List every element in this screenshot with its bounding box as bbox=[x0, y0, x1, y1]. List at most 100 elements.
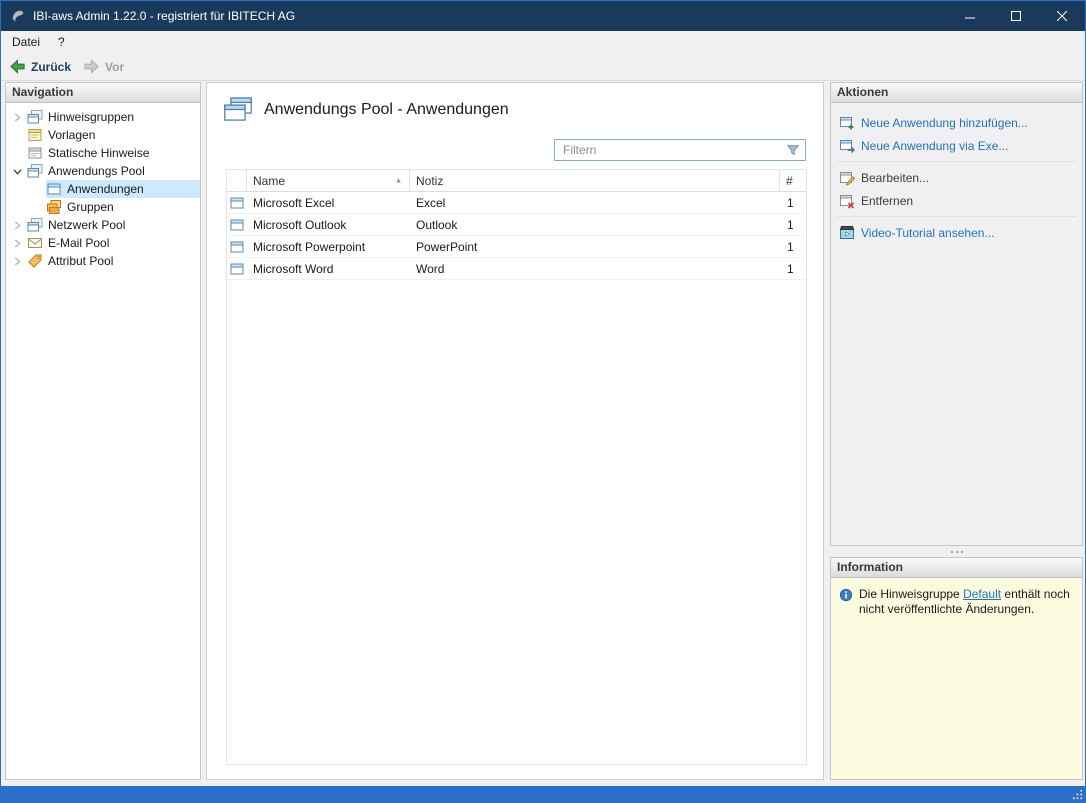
forward-button[interactable]: Vor bbox=[83, 58, 124, 75]
navigation-panel: Navigation Hinweisgruppen Vorlagen Stati… bbox=[5, 82, 201, 780]
chevron-right-icon[interactable] bbox=[13, 112, 27, 123]
navigation-tree: Hinweisgruppen Vorlagen Statische Hinwei… bbox=[6, 103, 200, 270]
cell-notiz: Excel bbox=[416, 195, 446, 210]
new-application-exe-icon bbox=[839, 138, 855, 154]
close-icon bbox=[1057, 11, 1067, 21]
back-label: Zurück bbox=[31, 59, 72, 74]
action-video-tutorial[interactable]: Video-Tutorial ansehen... bbox=[831, 221, 1082, 244]
information-text-before: Die Hinweisgruppe bbox=[859, 587, 964, 601]
filter-box bbox=[554, 139, 806, 161]
page-title: Anwendungs Pool - Anwendungen bbox=[264, 100, 509, 118]
maximize-button[interactable] bbox=[993, 1, 1039, 31]
minimize-icon bbox=[965, 17, 975, 19]
application-icon bbox=[229, 239, 245, 255]
menu-help[interactable]: ? bbox=[49, 31, 74, 53]
sidebar-item-label: Anwendungen bbox=[67, 182, 144, 196]
information-panel: Information Die Hinweisgruppe Default en… bbox=[830, 557, 1083, 780]
titlebar: IBI-aws Admin 1.22.0 - registriert für I… bbox=[1, 1, 1085, 31]
sidebar-item-label: Anwendungs Pool bbox=[48, 164, 145, 178]
chevron-right-icon[interactable] bbox=[13, 238, 27, 249]
chevron-down-icon[interactable] bbox=[13, 166, 27, 177]
email-pool-icon bbox=[27, 235, 43, 251]
minimize-button[interactable] bbox=[947, 1, 993, 31]
cell-count: 1 bbox=[787, 239, 794, 254]
splitter-dots bbox=[960, 550, 963, 553]
static-hints-icon bbox=[27, 145, 43, 161]
actions-panel: Aktionen Neue Anwendung hinzufügen... Ne… bbox=[830, 82, 1083, 546]
cell-notiz: PowerPoint bbox=[416, 239, 478, 254]
new-application-icon bbox=[839, 115, 855, 131]
window-title: IBI-aws Admin 1.22.0 - registriert für I… bbox=[33, 9, 296, 23]
action-edit[interactable]: Bearbeiten... bbox=[831, 166, 1082, 189]
filter-funnel-icon[interactable] bbox=[781, 143, 805, 157]
main-header: Anwendungs Pool - Anwendungen bbox=[223, 96, 509, 123]
sidebar-item-anwendungs-pool[interactable]: Anwendungs Pool bbox=[6, 162, 200, 180]
action-remove[interactable]: Entfernen bbox=[831, 189, 1082, 212]
filter-input[interactable] bbox=[555, 143, 781, 157]
column-header-count-label: # bbox=[786, 173, 793, 188]
application-icon bbox=[229, 261, 245, 277]
video-tutorial-icon bbox=[839, 225, 855, 241]
cell-count: 1 bbox=[787, 195, 794, 210]
sidebar-item-netzwerk-pool[interactable]: Netzwerk Pool bbox=[6, 216, 200, 234]
separator bbox=[837, 161, 1076, 162]
back-button[interactable]: Zurück bbox=[9, 58, 71, 75]
forward-arrow-icon bbox=[83, 58, 100, 75]
sidebar-item-anwendungen[interactable]: Anwendungen bbox=[46, 180, 200, 198]
table-row[interactable]: Microsoft Excel Excel 1 bbox=[227, 192, 806, 214]
default-link[interactable]: Default bbox=[963, 587, 1001, 601]
menu-datei[interactable]: Datei bbox=[3, 31, 49, 53]
cell-count: 1 bbox=[787, 217, 794, 232]
action-new-application[interactable]: Neue Anwendung hinzufügen... bbox=[831, 111, 1082, 134]
column-header-name[interactable]: Name ▲ bbox=[247, 170, 410, 191]
column-header-notiz-label: Notiz bbox=[416, 173, 444, 188]
main-panel: Anwendungs Pool - Anwendungen Name ▲ Not… bbox=[206, 82, 824, 780]
cell-name: Microsoft Excel bbox=[253, 195, 335, 210]
remove-icon bbox=[839, 193, 855, 209]
table-header-row: Name ▲ Notiz # bbox=[227, 170, 806, 192]
table-row[interactable]: Microsoft Word Word 1 bbox=[227, 258, 806, 280]
chevron-right-icon[interactable] bbox=[13, 220, 27, 231]
actions-header: Aktionen bbox=[831, 83, 1082, 103]
chevron-right-icon[interactable] bbox=[13, 256, 27, 267]
applications-icon bbox=[46, 181, 62, 197]
cell-name: Microsoft Word bbox=[253, 261, 334, 276]
sidebar-item-gruppen[interactable]: Gruppen bbox=[46, 198, 200, 216]
action-list: Neue Anwendung hinzufügen... Neue Anwend… bbox=[831, 103, 1082, 244]
cell-name: Microsoft Outlook bbox=[253, 217, 347, 232]
sidebar-item-vorlagen[interactable]: Vorlagen bbox=[6, 126, 200, 144]
splitter-dots bbox=[955, 550, 958, 553]
application-pool-icon bbox=[27, 163, 43, 179]
action-label: Video-Tutorial ansehen... bbox=[861, 225, 995, 240]
sidebar-item-email-pool[interactable]: E-Mail Pool bbox=[6, 234, 200, 252]
sidebar-item-attribut-pool[interactable]: Attribut Pool bbox=[6, 252, 200, 270]
splitter-handle[interactable] bbox=[830, 546, 1083, 557]
menubar: Datei ? bbox=[1, 31, 1085, 53]
application-icon bbox=[229, 195, 245, 211]
splitter-dots bbox=[950, 550, 953, 553]
applications-table: Name ▲ Notiz # Microsoft Excel Excel 1 M… bbox=[226, 169, 807, 765]
sidebar-item-statische-hinweise[interactable]: Statische Hinweise bbox=[6, 144, 200, 162]
column-header-count[interactable]: # bbox=[780, 170, 806, 191]
groups-icon bbox=[46, 199, 62, 215]
table-row[interactable]: Microsoft Powerpoint PowerPoint 1 bbox=[227, 236, 806, 258]
column-header-notiz[interactable]: Notiz bbox=[410, 170, 780, 191]
action-new-application-via-exe[interactable]: Neue Anwendung via Exe... bbox=[831, 134, 1082, 157]
navigation-header: Navigation bbox=[6, 83, 200, 103]
resize-grip[interactable] bbox=[1071, 788, 1084, 801]
action-label: Neue Anwendung via Exe... bbox=[861, 138, 1009, 153]
window-controls bbox=[947, 1, 1085, 31]
sidebar-item-hinweisgruppen[interactable]: Hinweisgruppen bbox=[6, 108, 200, 126]
attribute-pool-icon bbox=[27, 253, 43, 269]
table-row[interactable]: Microsoft Outlook Outlook 1 bbox=[227, 214, 806, 236]
separator bbox=[837, 216, 1076, 217]
edit-icon bbox=[839, 170, 855, 186]
sidebar-item-label: Vorlagen bbox=[48, 128, 96, 142]
hint-groups-icon bbox=[27, 109, 43, 125]
applications-header-icon bbox=[223, 96, 253, 123]
toolbar: Zurück Vor bbox=[1, 53, 1085, 81]
app-window: IBI-aws Admin 1.22.0 - registriert für I… bbox=[0, 0, 1086, 803]
sidebar-item-label: Statische Hinweise bbox=[48, 146, 150, 160]
close-button[interactable] bbox=[1039, 1, 1085, 31]
back-arrow-icon bbox=[9, 58, 26, 75]
